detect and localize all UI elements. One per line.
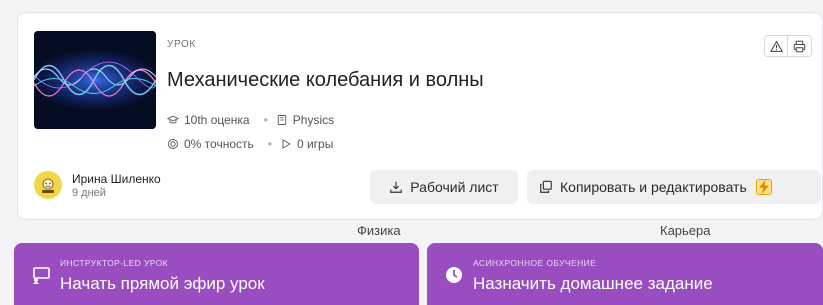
clock-icon: [446, 267, 462, 283]
author-age: 9 дней: [72, 186, 106, 199]
grade-text: 10th оценка: [184, 113, 250, 127]
target-icon: [168, 139, 178, 149]
copy-edit-label: Копировать и редактировать: [560, 179, 747, 195]
copy-edit-button[interactable]: Копировать и редактировать: [527, 170, 821, 204]
graduation-cap-icon: [167, 115, 179, 124]
wave-image: [34, 31, 156, 129]
lesson-type-label: УРОК: [167, 39, 196, 50]
author-name: Ирина Шиленко: [72, 171, 161, 186]
avatar-icon: [42, 178, 54, 193]
async-subtitle: АСИНХРОННОЕ ОБУЧЕНИЕ: [473, 258, 597, 268]
author-info[interactable]: Ирина Шиленко 9 дней: [34, 171, 161, 199]
worksheet-label: Рабочий лист: [410, 179, 499, 195]
section-label-physics: Физика: [357, 223, 401, 238]
lightning-icon: [755, 179, 772, 195]
book-icon: [277, 115, 286, 125]
start-live-lesson-button[interactable]: ИНСТРУКТОР-LED УРОК Начать прямой эфир у…: [14, 243, 419, 305]
lesson-meta-row-1: 10th оценка • Physics: [167, 113, 334, 127]
subject-meta: Physics: [276, 113, 334, 127]
avatar: [34, 171, 62, 199]
lesson-title[interactable]: Механические колебания и волны: [167, 69, 484, 92]
games-meta: 0 игры: [280, 137, 333, 151]
lesson-card: УРОК Механические колебания и волны 10th…: [17, 12, 823, 220]
lesson-thumbnail[interactable]: [34, 31, 156, 129]
lesson-meta-row-2: 0% точность • 0 игры: [167, 137, 333, 151]
subject-text: Physics: [292, 113, 335, 127]
section-label-career: Карьера: [660, 223, 711, 238]
copy-icon: [540, 180, 552, 193]
assign-homework-button[interactable]: АСИНХРОННОЕ ОБУЧЕНИЕ Назначить домашнее …: [427, 243, 823, 305]
games-text: 0 игры: [296, 137, 334, 151]
report-button[interactable]: [764, 35, 788, 57]
warning-icon: [769, 40, 783, 52]
live-lesson-title: Начать прямой эфир урок: [60, 274, 265, 293]
accuracy-meta: 0% точность: [167, 137, 254, 151]
async-title: Назначить домашнее задание: [473, 274, 713, 293]
print-button[interactable]: [788, 35, 812, 57]
card-top-actions: [764, 35, 812, 57]
live-lesson-subtitle: ИНСТРУКТОР-LED УРОК: [60, 258, 168, 268]
presentation-icon: [33, 267, 50, 284]
print-icon: [793, 40, 806, 52]
accuracy-text: 0% точность: [184, 137, 254, 151]
download-icon: [390, 181, 403, 193]
play-icon: [282, 139, 291, 149]
grade-meta: 10th оценка: [167, 113, 250, 127]
worksheet-button[interactable]: Рабочий лист: [370, 170, 518, 204]
